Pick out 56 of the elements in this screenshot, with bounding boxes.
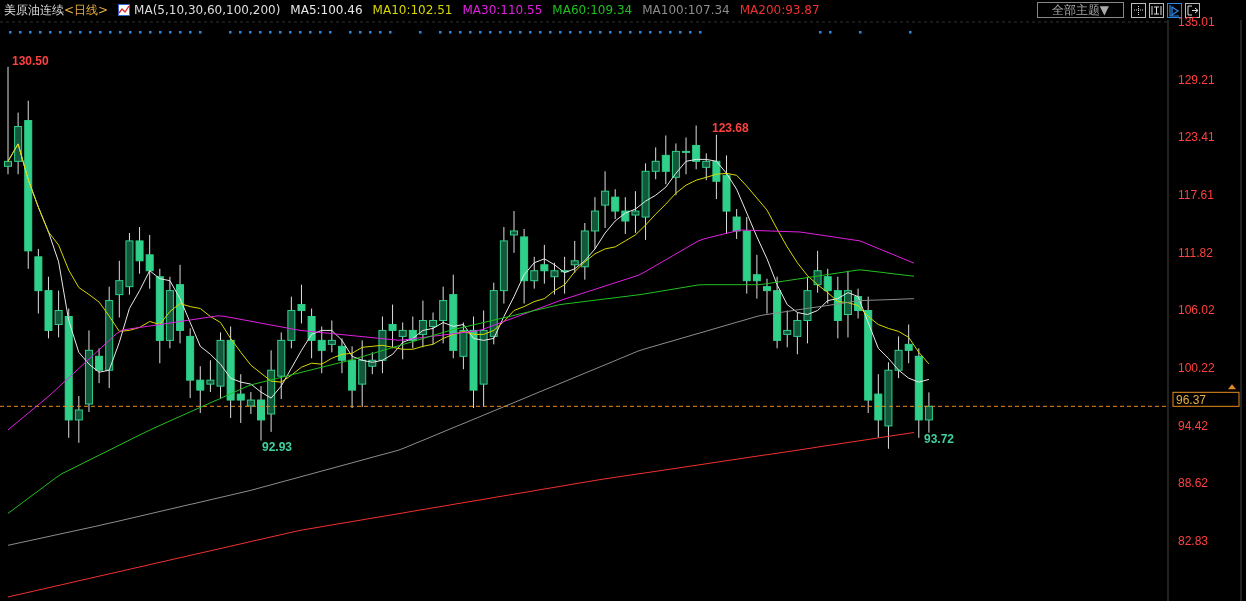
candlestick (388, 304, 397, 349)
price-tick-label: 111.82 (1178, 245, 1213, 260)
arrow-icon (1228, 384, 1236, 390)
price-tick-label: 94.42 (1178, 418, 1209, 433)
candlestick (348, 345, 357, 409)
candlestick (560, 256, 569, 295)
play-icon (1168, 3, 1181, 17)
moving-average-value: MA10:102.51 (372, 2, 453, 19)
price-tick-label: 135.01 (1178, 15, 1215, 29)
candlestick (135, 226, 144, 275)
moving-average-value: MA5:100.46 (290, 2, 363, 19)
toolbar-button[interactable] (1149, 2, 1164, 18)
candlestick (843, 270, 852, 338)
candlestick (44, 276, 53, 339)
period-label: <日线> (64, 2, 109, 19)
moving-average-value: MA30:110.55 (462, 2, 543, 19)
price-tick-label: 129.21 (1178, 72, 1215, 87)
chart-icon (118, 4, 131, 16)
candlestick (510, 210, 518, 254)
last-price-label: 96.37 (1172, 391, 1240, 408)
candlestick (277, 331, 286, 400)
price-tick-label: 117.61 (1178, 188, 1214, 202)
candlestick (590, 196, 599, 250)
moving-average-value: MA200:93.87 (739, 2, 820, 19)
candlestick (621, 196, 630, 235)
candlestick (307, 308, 316, 359)
candlestick (287, 296, 296, 349)
toolbar-button[interactable] (1185, 2, 1200, 18)
candlestick (125, 232, 134, 296)
moving-average-value: MA60:109.34 (552, 2, 633, 19)
bar-range-icon (1150, 3, 1163, 17)
instrument-name: 美原油连续 (4, 2, 64, 19)
candlestick (297, 284, 306, 324)
candlestick (398, 321, 407, 360)
price-annotation: 92.93 (262, 440, 293, 454)
price-tick-label: 88.62 (1178, 476, 1209, 491)
candlestick (550, 262, 559, 296)
export-icon (1186, 3, 1199, 17)
price-annotation: 123.68 (712, 121, 749, 135)
price-annotation: 93.72 (924, 432, 955, 446)
candlestick (763, 278, 771, 314)
price-annotation: 130.50 (12, 54, 49, 68)
indicator-label: MA(5,10,30,60,100,200) (134, 2, 281, 19)
price-tick-label: 106.02 (1178, 303, 1215, 318)
toolbar-button[interactable] (1131, 2, 1146, 18)
price-tick-label: 100.22 (1178, 361, 1215, 375)
candlestick (671, 142, 680, 196)
moving-average-value: MA100:107.34 (642, 2, 730, 19)
candlestick (682, 136, 691, 175)
price-tick-label: 82.83 (1178, 534, 1209, 548)
candlestick (257, 385, 265, 442)
grid-icon (1132, 3, 1145, 17)
theme-dropdown[interactable]: 全部主题▼ (1036, 2, 1124, 18)
candlestick (337, 337, 346, 374)
price-tick-label: 123.41 (1178, 130, 1215, 145)
candlestick (540, 244, 549, 285)
